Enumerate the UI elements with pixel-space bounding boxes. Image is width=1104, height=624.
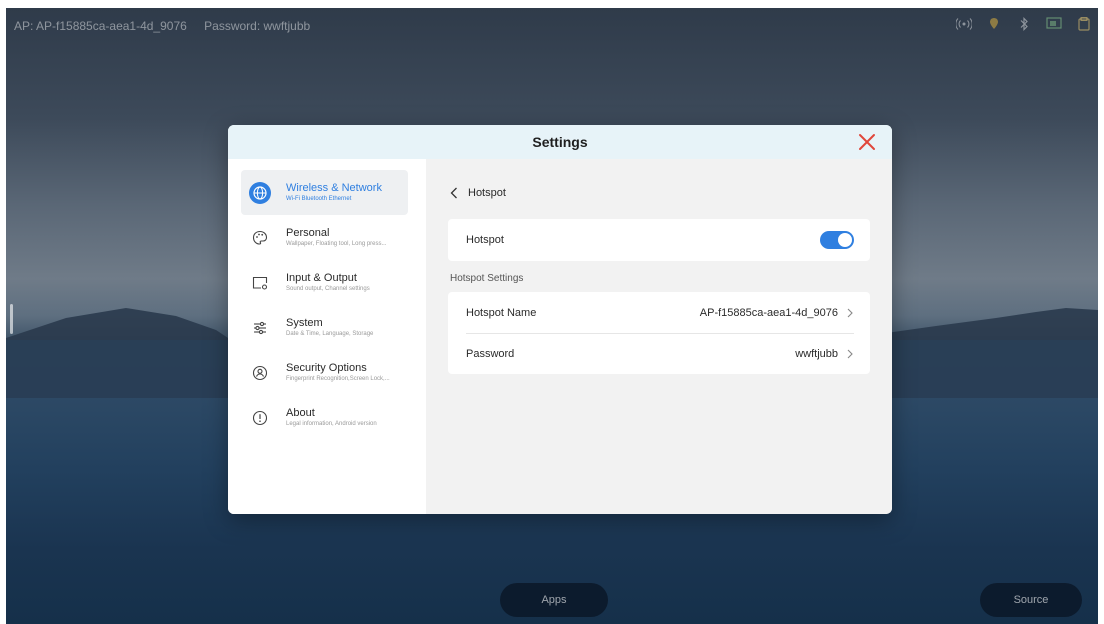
sidebar-item-subtitle: Date & Time, Language, Storage (286, 330, 374, 337)
sidebar-item-subtitle: Wi-Fi Bluetooth Ethernet (286, 195, 352, 202)
dialog-header: Settings (228, 125, 892, 159)
sidebar-item-about[interactable]: About Legal information, Android version (241, 395, 408, 440)
source-button[interactable]: Source (980, 583, 1082, 617)
bluetooth-icon[interactable] (1016, 16, 1032, 32)
screen-share-icon[interactable] (1046, 16, 1062, 32)
hotspot-toggle[interactable] (820, 231, 854, 249)
security-icon (249, 362, 271, 384)
sidebar-item-label: About (286, 406, 315, 419)
sidebar-item-wireless-network[interactable]: Wireless & Network Wi-Fi Bluetooth Ether… (241, 170, 408, 215)
sidebar-item-subtitle: Wallpaper, Floating tool, Long press... (286, 240, 387, 247)
hotspot-settings-card: Hotspot Name AP-f15885ca-aea1-4d_9076 Pa… (448, 292, 870, 374)
sidebar-item-label: Security Options (286, 361, 367, 374)
hotspot-info: AP: AP-f15885ca-aea1-4d_9076 Password: w… (14, 19, 324, 33)
palette-icon (249, 227, 271, 249)
page-title: Hotspot (468, 187, 506, 199)
hotspot-name-row[interactable]: Hotspot Name AP-f15885ca-aea1-4d_9076 (466, 292, 854, 333)
sidebar-item-personal[interactable]: Personal Wallpaper, Floating tool, Long … (241, 215, 408, 260)
chevron-right-icon (847, 308, 853, 317)
settings-sidebar: Wireless & Network Wi-Fi Bluetooth Ether… (228, 159, 426, 514)
row-label: Hotspot Name (466, 306, 537, 319)
globe-icon (249, 181, 271, 204)
dialog-title: Settings (532, 134, 588, 150)
status-bar: AP: AP-f15885ca-aea1-4d_9076 Password: w… (6, 8, 1098, 42)
system-tray (956, 16, 1092, 32)
chevron-right-icon (847, 349, 853, 359)
sidebar-item-subtitle: Fingerprint Recognition,Screen Lock,... (286, 375, 390, 382)
hotspot-name-value: AP-f15885ca-aea1-4d_9076 (699, 306, 838, 319)
row-label: Password (466, 348, 515, 360)
password-row[interactable]: Password wwftjubb (466, 333, 854, 374)
hotspot-icon[interactable] (956, 16, 972, 32)
ap-name-text: AP: AP-f15885ca-aea1-4d_9076 (14, 19, 187, 33)
chevron-left-icon (450, 187, 457, 199)
settings-dialog: Settings Wireless & Network Wi-Fi Blueto… (228, 125, 892, 514)
sidebar-item-subtitle: Legal information, Android version (286, 420, 377, 427)
close-icon[interactable] (858, 133, 876, 151)
sidebar-item-label: Personal (286, 226, 330, 239)
sidebar-item-input-output[interactable]: Input & Output Sound output, Channel set… (241, 260, 408, 305)
sidebar-item-system[interactable]: System Date & Time, Language, Storage (241, 305, 408, 350)
storage-icon[interactable] (1076, 16, 1092, 32)
location-icon[interactable] (986, 16, 1002, 32)
sidebar-item-security-options[interactable]: Security Options Fingerprint Recognition… (241, 350, 408, 395)
hotspot-toggle-label: Hotspot (466, 234, 504, 246)
hotspot-toggle-card: Hotspot (448, 219, 870, 261)
ap-password-text: Password: wwftjubb (204, 19, 311, 33)
toggle-knob (838, 233, 852, 247)
sliders-icon (249, 317, 271, 339)
sidebar-item-label: Wireless & Network (286, 181, 382, 194)
back-button[interactable]: Hotspot (450, 183, 870, 203)
sidebar-item-subtitle: Sound output, Channel settings (286, 285, 370, 292)
password-value: wwftjubb (795, 348, 838, 360)
settings-content: Hotspot Hotspot Hotspot Settings Hotspot… (426, 159, 892, 514)
side-panel-handle[interactable] (10, 304, 13, 334)
section-title: Hotspot Settings (450, 273, 524, 284)
input-output-icon (249, 272, 271, 294)
sidebar-item-label: System (286, 316, 323, 329)
apps-button[interactable]: Apps (500, 583, 608, 617)
sidebar-item-label: Input & Output (286, 271, 357, 284)
info-icon (249, 407, 271, 429)
